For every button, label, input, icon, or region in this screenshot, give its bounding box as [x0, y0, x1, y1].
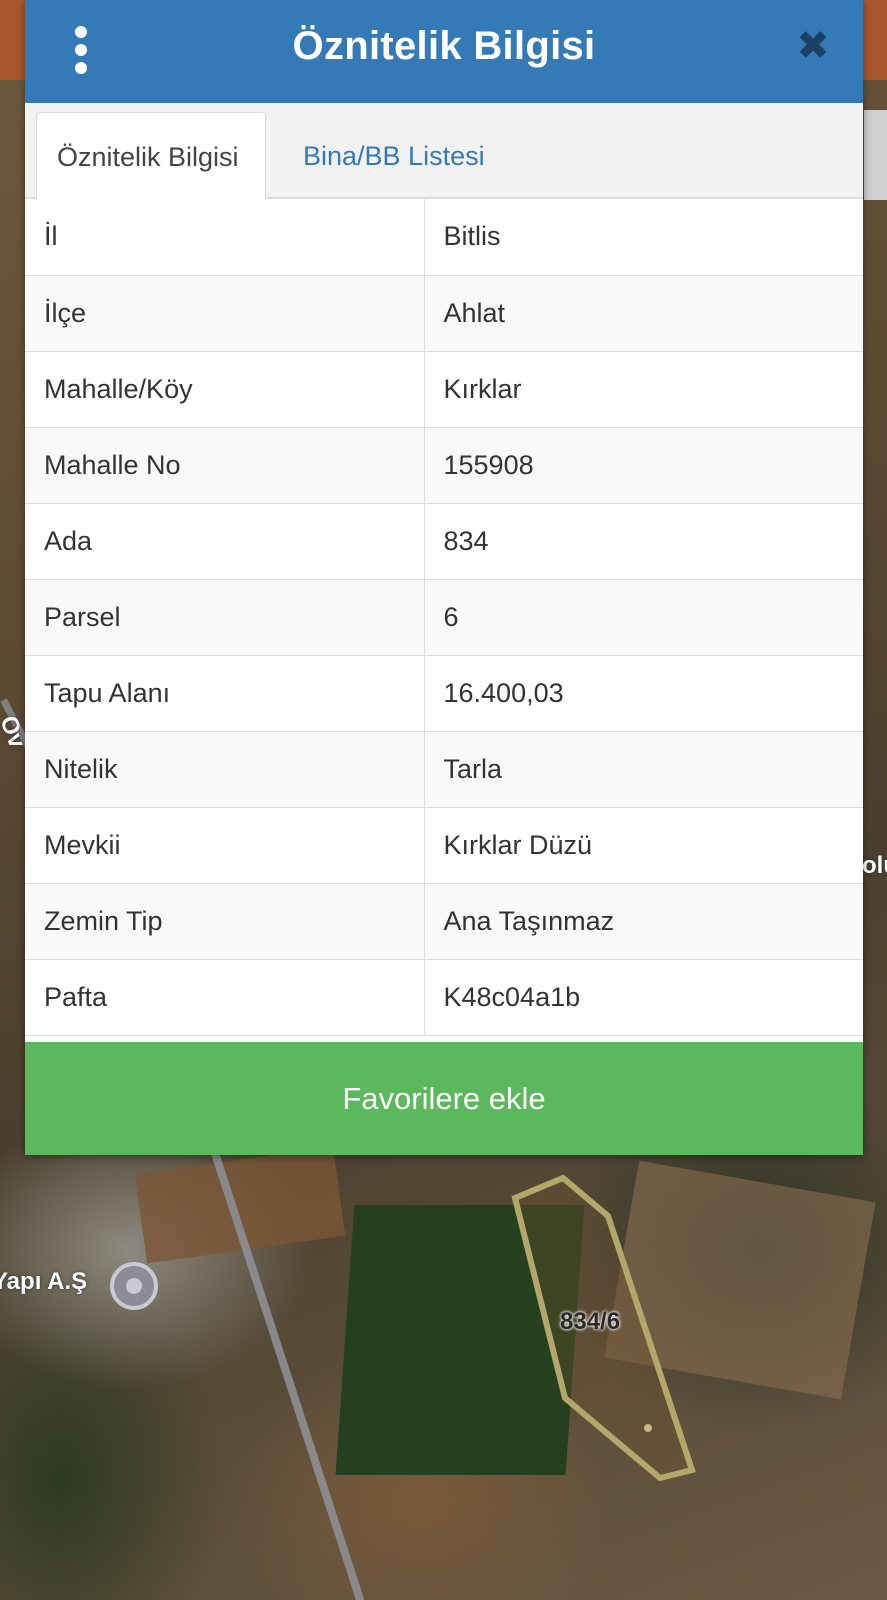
attribute-value: Bitlis: [424, 199, 863, 276]
table-row: İlçe Ahlat: [25, 275, 863, 352]
attribute-key: Mahalle/Köy: [25, 351, 425, 428]
attribute-value: Tarla: [424, 731, 863, 808]
attribute-key: Zemin Tip: [25, 883, 425, 960]
table-row: Mahalle/Köy Kırklar: [25, 351, 863, 428]
attribute-value: 155908: [424, 427, 863, 504]
attribute-value: Kırklar Düzü: [424, 807, 863, 884]
map-edge-label: olu: [862, 852, 887, 879]
attribute-info-modal: Öznitelik Bilgisi ✖ Öznitelik Bilgisi Bi…: [25, 0, 863, 1155]
table-row: Nitelik Tarla: [25, 731, 863, 808]
modal-header: Öznitelik Bilgisi ✖: [25, 0, 863, 103]
attribute-key: Parsel: [25, 579, 425, 656]
tab-attribute-info[interactable]: Öznitelik Bilgisi: [36, 112, 266, 201]
attribute-key: Pafta: [25, 959, 425, 1036]
place-label: Yapı A.Ş: [0, 1268, 88, 1295]
attribute-key: İlçe: [25, 275, 425, 352]
attribute-value: Ahlat: [424, 275, 863, 352]
attribute-key: Tapu Alanı: [25, 655, 425, 732]
tab-building-list[interactable]: Bina/BB Listesi: [283, 112, 505, 201]
attribute-value: 6: [424, 579, 863, 656]
parcel-label: 834/6: [560, 1308, 621, 1335]
close-icon[interactable]: ✖: [793, 26, 833, 66]
tab-bar: Öznitelik Bilgisi Bina/BB Listesi: [25, 103, 863, 201]
attribute-value: Ana Taşınmaz: [424, 883, 863, 960]
attribute-value: Kırklar: [424, 351, 863, 428]
attribute-key: Mahalle No: [25, 427, 425, 504]
attribute-key: İl: [25, 199, 425, 276]
table-row: İl Bitlis: [25, 199, 863, 276]
attribute-value: K48c04a1b: [424, 959, 863, 1036]
table-row: Tapu Alanı 16.400,03: [25, 655, 863, 732]
table-row: Mevkii Kırklar Düzü: [25, 807, 863, 884]
table-row: Ada 834: [25, 503, 863, 580]
table-row: Zemin Tip Ana Taşınmaz: [25, 883, 863, 960]
attribute-key: Ada: [25, 503, 425, 580]
table-row: Pafta K48c04a1b: [25, 959, 863, 1036]
location-pin-icon[interactable]: [110, 1262, 158, 1310]
add-to-favorites-button[interactable]: Favorilere ekle: [25, 1042, 863, 1155]
attribute-key: Nitelik: [25, 731, 425, 808]
attribute-table: İl Bitlis İlçe Ahlat Mahalle/Köy Kırklar Ma…: [25, 199, 863, 1036]
attribute-value: 834: [424, 503, 863, 580]
attribute-key: Mevkii: [25, 807, 425, 884]
attribute-value: 16.400,03: [424, 655, 863, 732]
table-row: Mahalle No 155908: [25, 427, 863, 504]
modal-title: Öznitelik Bilgisi: [292, 24, 596, 68]
table-row: Parsel 6: [25, 579, 863, 656]
